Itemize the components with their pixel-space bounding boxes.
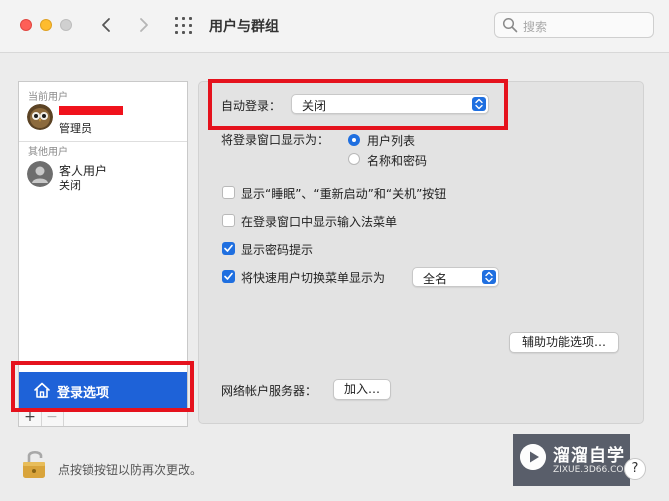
search-icon <box>502 17 518 33</box>
watermark: 溜溜自学 ZIXUE.3D66.COM <box>513 434 632 486</box>
title-bar: 用户与群组 搜索 <box>0 0 669 53</box>
redacted-username <box>59 106 123 115</box>
search-placeholder: 搜索 <box>523 20 548 34</box>
play-logo-icon <box>520 444 546 470</box>
forward-chevron-icon[interactable] <box>132 14 154 36</box>
watermark-subtitle: ZIXUE.3D66.COM <box>553 465 632 475</box>
other-users-label: 其他用户 <box>28 147 68 158</box>
checkbox-fast-user-switch[interactable] <box>222 270 235 283</box>
guest-avatar-icon <box>27 161 53 187</box>
owl-avatar-icon <box>27 104 53 130</box>
login-options-panel: 自动登录： 关闭 将登录窗口显示为： 用户列表 名称和密码 显示“睡眠”、“重新… <box>198 81 644 424</box>
checkbox-input-menu-label: 在登录窗口中显示输入法菜单 <box>241 215 398 229</box>
checkbox-sleep-restart-shutdown-label: 显示“睡眠”、“重新启动”和“关机”按钮 <box>241 187 447 201</box>
display-login-as-label: 将登录窗口显示为： <box>221 133 330 147</box>
updown-chevron-icon <box>482 270 496 284</box>
current-user-item[interactable]: 管理员 <box>27 104 187 138</box>
checkbox-fast-user-switch-label: 将快速用户切换菜单显示为 <box>241 271 386 285</box>
checkmark-icon <box>224 244 233 252</box>
zoom-window-button[interactable] <box>60 19 72 31</box>
search-field[interactable]: 搜索 <box>494 12 654 38</box>
join-button[interactable]: 加入… <box>333 379 391 400</box>
radio-user-list-label: 用户列表 <box>367 134 416 148</box>
checkmark-icon <box>224 272 233 280</box>
current-user-role: 管理员 <box>59 122 92 135</box>
users-sidebar: 当前用户 管理员 其他用户 客人用户 关闭 登录选项 <box>18 81 188 409</box>
radio-name-password[interactable] <box>348 153 360 165</box>
checkbox-password-hints[interactable] <box>222 242 235 255</box>
help-button[interactable]: ? <box>624 458 646 480</box>
checkbox-password-hints-label: 显示密码提示 <box>241 243 314 257</box>
preferences-window: 用户与群组 搜索 当前用户 管理员 其他用户 客人用户 关闭 登录选项 + − … <box>0 0 669 501</box>
fast-user-switch-select[interactable]: 全名 <box>412 267 499 287</box>
close-window-button[interactable] <box>20 19 32 31</box>
minimize-window-button[interactable] <box>40 19 52 31</box>
radio-user-list[interactable] <box>348 134 360 146</box>
highlight-box-login-options <box>11 361 194 412</box>
network-server-label: 网络帐户服务器： <box>221 384 318 398</box>
checkbox-input-menu[interactable] <box>222 214 235 227</box>
highlight-box-auto-login <box>208 79 508 130</box>
checkbox-sleep-restart-shutdown[interactable] <box>222 186 235 199</box>
guest-user-status: 关闭 <box>59 179 81 192</box>
back-chevron-icon[interactable] <box>96 14 118 36</box>
window-title: 用户与群组 <box>209 19 279 35</box>
guest-user-item[interactable]: 客人用户 关闭 <box>27 161 187 195</box>
watermark-title: 溜溜自学 <box>553 446 625 466</box>
lock-icon[interactable] <box>20 448 50 480</box>
accessibility-options-button[interactable]: 辅助功能选项… <box>509 332 619 353</box>
lock-hint-text: 点按锁按钮以防再次更改。 <box>58 463 203 477</box>
current-users-label: 当前用户 <box>28 92 68 103</box>
fast-user-switch-value: 全名 <box>423 272 448 286</box>
sidebar-divider <box>19 141 187 142</box>
radio-name-password-label: 名称和密码 <box>367 154 428 168</box>
show-all-grid-icon[interactable] <box>175 17 193 35</box>
